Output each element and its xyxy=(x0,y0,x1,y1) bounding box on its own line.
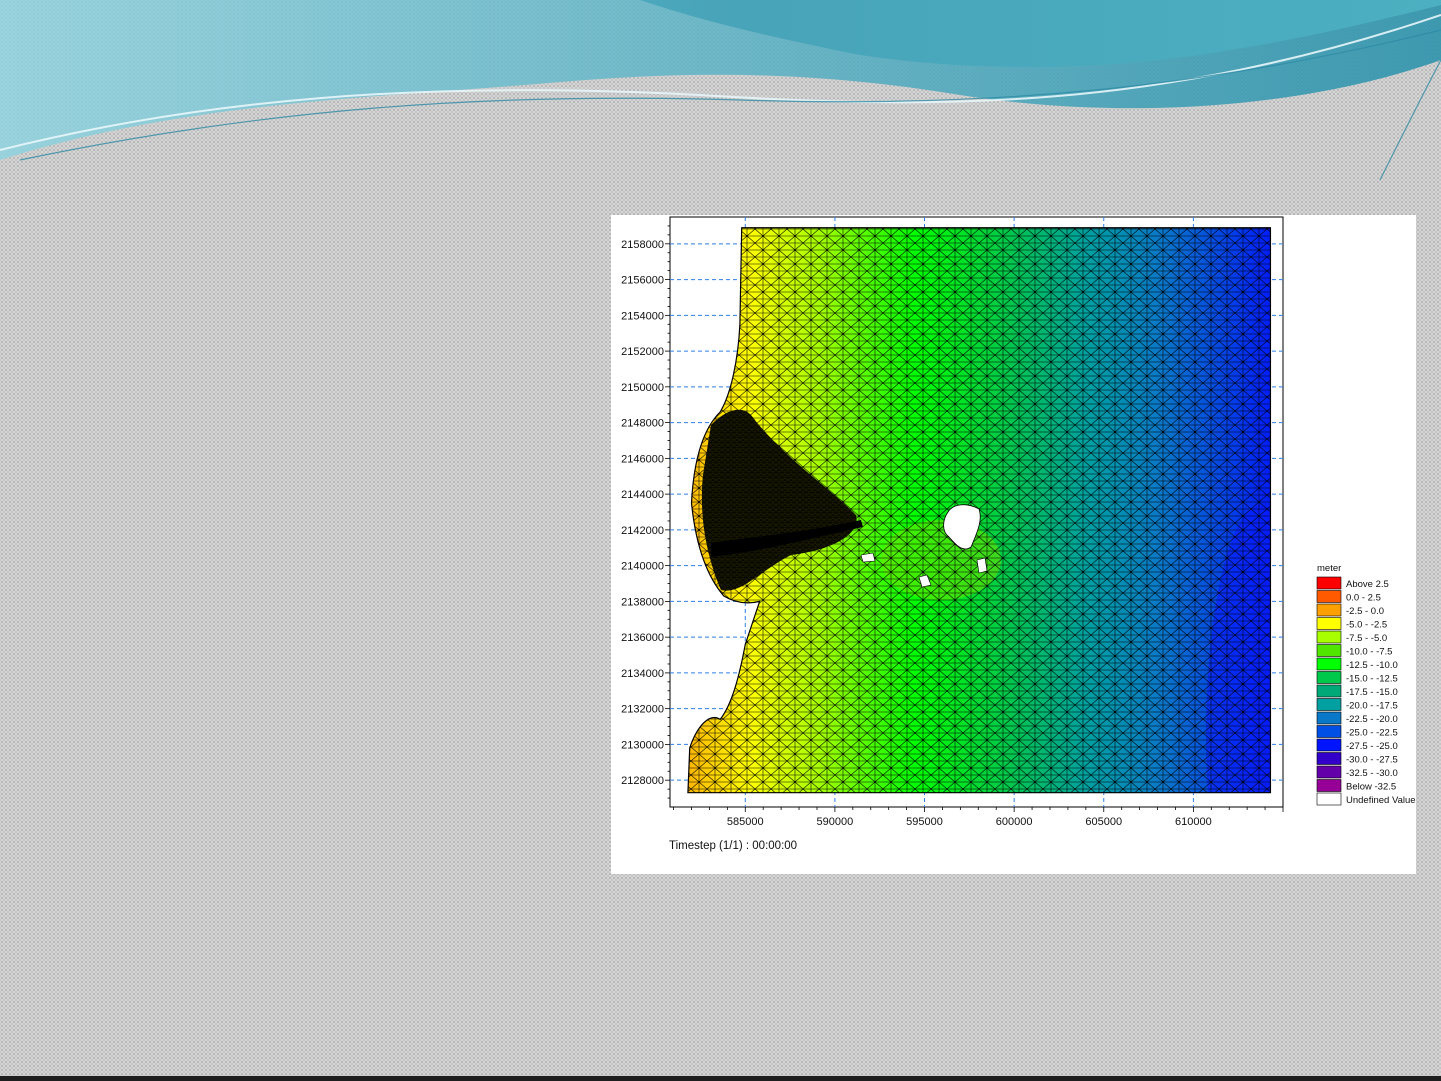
legend-swatch xyxy=(1316,684,1342,698)
banner-curve-line xyxy=(1379,59,1441,181)
legend-swatch xyxy=(1316,711,1342,725)
legend-swatch xyxy=(1316,671,1342,684)
legend-swatch xyxy=(1316,603,1342,617)
legend-entries: Above 2.5 0.0 - 2.5 -2.5 - 0.0 -5.0 - -2.5 -… xyxy=(1316,576,1416,806)
y-tick-label: 2154000 xyxy=(621,310,664,322)
y-axis-ticks: 2128000 2130000 2132000 2134000 2136000 21380… xyxy=(621,225,670,799)
legend-label: -12.5 - -10.0 xyxy=(1346,660,1398,671)
y-tick-label: 2148000 xyxy=(621,418,664,430)
legend-swatch xyxy=(1316,779,1342,792)
legend-label: -15.0 - -12.5 xyxy=(1346,674,1398,685)
legend-label: -7.5 - -5.0 xyxy=(1346,633,1387,644)
legend-label: -25.0 - -22.5 xyxy=(1346,728,1398,739)
y-tick-label: 2140000 xyxy=(621,561,664,573)
y-tick-label: 2128000 xyxy=(621,775,664,787)
legend-swatch xyxy=(1316,725,1342,738)
legend-label: -30.0 - -27.5 xyxy=(1346,755,1398,766)
y-tick-label: 2158000 xyxy=(621,239,664,251)
legend-label: Below -32.5 xyxy=(1346,782,1396,793)
x-tick-label: 590000 xyxy=(817,816,854,828)
legend-swatch xyxy=(1316,752,1342,765)
legend-label: -20.0 - -17.5 xyxy=(1346,701,1398,712)
bathymetry-figure: 585000 590000 595000 600000 605000 610000 212… xyxy=(611,215,1416,874)
legend-swatch xyxy=(1316,738,1342,752)
legend-swatch xyxy=(1316,765,1342,779)
y-tick-label: 2146000 xyxy=(621,453,664,465)
legend-swatch xyxy=(1316,698,1342,711)
bathymetry-chart: 585000 590000 595000 600000 605000 610000 212… xyxy=(621,216,1416,852)
legend-label: -27.5 - -25.0 xyxy=(1346,741,1398,752)
legend-label: -22.5 - -20.0 xyxy=(1346,714,1398,725)
legend-label: Undefined Value xyxy=(1346,795,1416,806)
y-tick-label: 2134000 xyxy=(621,668,664,680)
x-tick-label: 595000 xyxy=(906,816,943,828)
y-tick-label: 2144000 xyxy=(621,489,664,501)
x-tick-label: 610000 xyxy=(1175,816,1212,828)
x-tick-label: 600000 xyxy=(996,816,1033,828)
x-tick-label: 605000 xyxy=(1085,816,1122,828)
legend-label: -10.0 - -7.5 xyxy=(1346,647,1392,658)
legend-swatch xyxy=(1316,617,1342,630)
mesh-domain xyxy=(687,227,1271,793)
legend-swatch xyxy=(1316,630,1342,644)
y-tick-label: 2138000 xyxy=(621,596,664,608)
x-tick-label: 585000 xyxy=(727,816,764,828)
y-tick-label: 2156000 xyxy=(621,275,664,287)
islet-undefined xyxy=(976,557,988,574)
y-tick-label: 2130000 xyxy=(621,739,664,751)
x-axis-ticks: 585000 590000 595000 600000 605000 610000 xyxy=(673,807,1284,828)
y-tick-label: 2136000 xyxy=(621,632,664,644)
legend-swatch xyxy=(1316,657,1342,671)
timestep-label: Timestep (1/1) : 00:00:00 xyxy=(669,840,797,852)
slide-bottom-edge xyxy=(0,1076,1441,1081)
legend-swatch xyxy=(1316,590,1342,603)
legend-swatch xyxy=(1316,644,1342,657)
legend-label: 0.0 - 2.5 xyxy=(1346,593,1381,604)
legend-label: -17.5 - -15.0 xyxy=(1346,687,1398,698)
y-tick-label: 2152000 xyxy=(621,346,664,358)
y-tick-label: 2132000 xyxy=(621,704,664,716)
legend-label: -5.0 - -2.5 xyxy=(1346,620,1387,631)
legend-title: meter xyxy=(1317,563,1341,574)
legend-label: -32.5 - -30.0 xyxy=(1346,768,1398,779)
legend: meter Above 2.5 0.0 - 2.5 -2.5 - 0.0 -5.0 -… xyxy=(1316,563,1416,806)
slide-header-banner xyxy=(0,0,1441,181)
y-tick-label: 2142000 xyxy=(621,525,664,537)
islet-undefined xyxy=(860,552,876,563)
legend-swatch xyxy=(1316,792,1342,806)
legend-label: -2.5 - 0.0 xyxy=(1346,606,1384,617)
legend-label: Above 2.5 xyxy=(1346,579,1389,590)
y-tick-label: 2150000 xyxy=(621,382,664,394)
legend-swatch xyxy=(1316,576,1342,590)
